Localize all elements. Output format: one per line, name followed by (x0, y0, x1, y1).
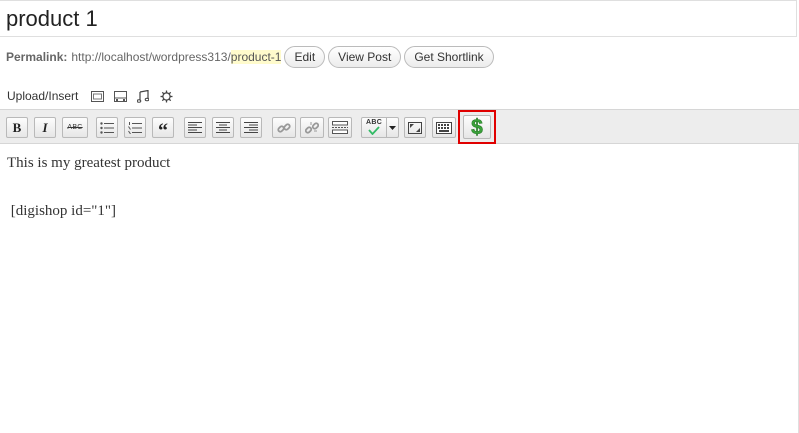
italic-icon: I (42, 119, 48, 135)
more-tag-icon (332, 121, 348, 134)
edit-permalink-button[interactable]: Edit (284, 46, 326, 68)
post-title-input[interactable]: product 1 (6, 6, 98, 32)
kitchen-sink-button[interactable] (432, 117, 456, 138)
bullet-list-icon (100, 121, 114, 134)
post-title-field[interactable]: product 1 (0, 0, 797, 37)
insert-link-button[interactable] (272, 117, 296, 138)
strikethrough-icon: ABC (67, 124, 83, 131)
blockquote-icon: “ (158, 119, 168, 142)
upload-insert-label: Upload/Insert (7, 89, 79, 103)
align-right-icon (244, 121, 258, 133)
bold-icon: B (12, 119, 22, 135)
add-audio-icon[interactable] (136, 89, 150, 103)
chevron-down-icon (389, 125, 396, 130)
bold-button[interactable]: B (6, 117, 28, 138)
editor-line-shortcode: [digishop id="1"] (7, 203, 117, 219)
fullscreen-button[interactable] (404, 117, 426, 138)
remove-link-button[interactable] (300, 117, 324, 138)
editor-toolbar: B I ABC “ ABC $ (0, 109, 799, 144)
get-shortlink-button[interactable]: Get Shortlink (404, 46, 494, 68)
link-icon (277, 122, 291, 133)
post-content-editor[interactable]: This is my greatest product [digishop id… (0, 144, 799, 433)
digishop-button-highlight (458, 110, 496, 144)
kitchen-sink-icon (436, 121, 452, 134)
fullscreen-icon (408, 121, 422, 134)
permalink-base-url: http://localhost/wordpress313/ (71, 50, 231, 64)
add-media-icon[interactable] (159, 89, 173, 103)
add-video-icon[interactable] (113, 89, 127, 103)
spellcheck-button[interactable]: ABC (361, 117, 399, 138)
align-center-icon (216, 121, 230, 133)
permalink-label: Permalink: (6, 50, 68, 64)
editor-line: This is my greatest product (7, 155, 171, 171)
insert-more-button[interactable] (328, 117, 352, 138)
numbered-list-icon (128, 121, 142, 134)
spellcheck-label: ABC (366, 118, 383, 126)
add-image-icon[interactable] (90, 89, 104, 103)
spellcheck-dropdown[interactable] (386, 118, 398, 137)
numbered-list-button[interactable] (124, 117, 146, 138)
bullet-list-button[interactable] (96, 117, 118, 138)
align-center-button[interactable] (212, 117, 234, 138)
italic-button[interactable]: I (34, 117, 56, 138)
view-post-button[interactable]: View Post (328, 46, 402, 68)
permalink-row: Permalink: http://localhost/wordpress313… (6, 45, 494, 69)
strikethrough-button[interactable]: ABC (62, 117, 88, 138)
spellcheck-icon: ABC (365, 119, 383, 137)
align-left-icon (188, 121, 202, 133)
unlink-icon (305, 121, 319, 134)
blockquote-button[interactable]: “ (152, 117, 174, 142)
upload-insert-row: Upload/Insert (7, 86, 182, 106)
align-left-button[interactable] (184, 117, 206, 138)
align-right-button[interactable] (240, 117, 262, 138)
permalink-slug[interactable]: product-1 (230, 50, 282, 64)
